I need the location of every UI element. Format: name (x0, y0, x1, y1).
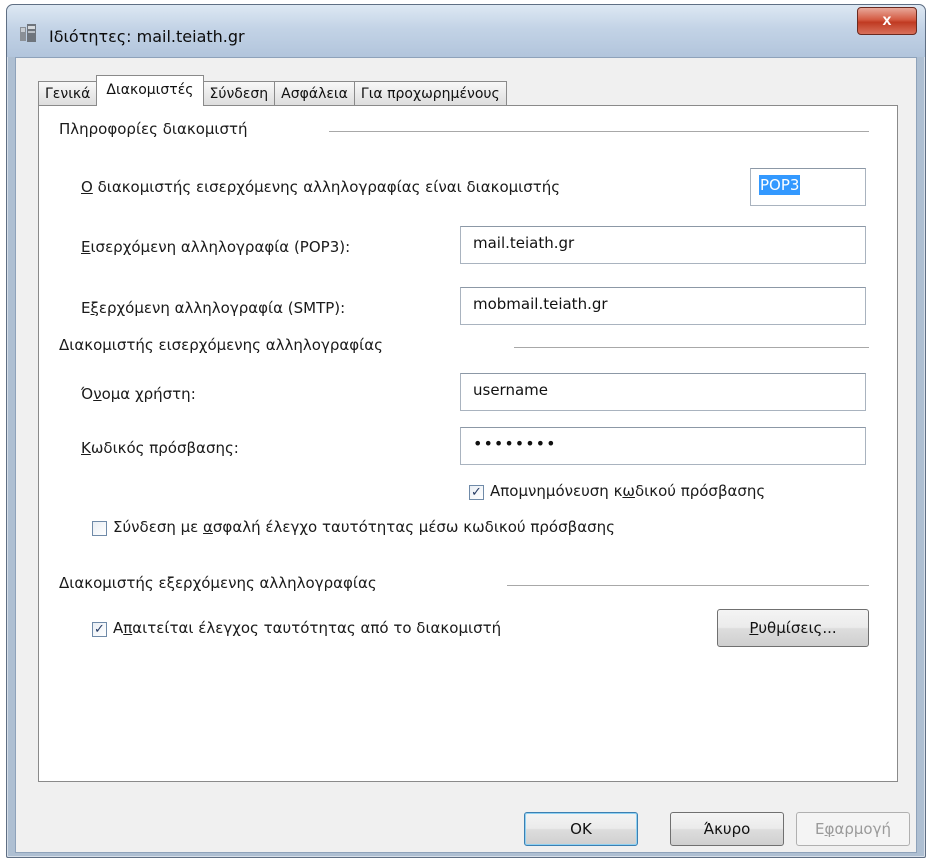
username-label: Όνομα χρήστη: (81, 385, 196, 403)
tab-advanced[interactable]: Για προχωρημένους (353, 81, 507, 106)
password-value: •••••••• (473, 434, 557, 453)
incoming-server-heading: Διακομιστής εισερχόμενης αλληλογραφίας (59, 336, 383, 354)
incoming-server-separator (514, 347, 869, 348)
tab-general[interactable]: Γενικά (38, 81, 98, 106)
dialog-client-area: Γενικά Διακομιστές Σύνδεση Ασφάλεια Για … (15, 57, 917, 853)
title-bar[interactable]: Ιδιότητες: mail.teiath.gr x (7, 5, 925, 57)
tab-security[interactable]: Ασφάλεια (274, 81, 355, 106)
incoming-type-field[interactable]: POP3 (750, 168, 866, 206)
password-label: Κωδικός πρόσβασης: (81, 439, 239, 457)
tab-connection[interactable]: Σύνδεση (202, 81, 276, 106)
tab-strip: Γενικά Διακομιστές Σύνδεση Ασφάλεια Για … (38, 75, 507, 106)
checkmark-icon: ✓ (94, 622, 105, 637)
username-field[interactable]: username (460, 373, 866, 411)
outgoing-server-value: mobmail.teiath.gr (473, 295, 608, 313)
username-value: username (473, 381, 548, 399)
outgoing-settings-button[interactable]: Ρυθμίσεις... (717, 609, 869, 647)
secure-password-auth-checkbox[interactable] (92, 521, 107, 536)
outgoing-server-separator (507, 585, 869, 586)
server-info-separator (329, 131, 869, 132)
remember-password-checkbox[interactable]: ✓ (469, 485, 484, 500)
close-icon: x (882, 12, 892, 29)
cancel-button[interactable]: Άκυρο (670, 812, 784, 846)
incoming-type-label: Ο διακομιστής εισερχόμενης αλληλογραφίας… (81, 178, 561, 196)
server-info-heading: Πληροφορίες διακομιστή (59, 120, 248, 138)
password-field[interactable]: •••••••• (460, 427, 866, 465)
incoming-server-label: Εισερχόμενη αλληλογραφία (POP3): (81, 238, 351, 256)
secure-password-auth-label: Σύνδεση με ασφαλή έλεγχο ταυτότητας μέσω… (113, 518, 615, 536)
window-title: Ιδιότητες: mail.teiath.gr (49, 27, 245, 46)
outgoing-server-heading: Διακομιστής εξερχόμενης αλληλογραφίας (59, 574, 377, 592)
outgoing-auth-required-label: Απαιτείται έλεγχος ταυτότητας από το δια… (113, 619, 502, 637)
ok-button[interactable]: OK (524, 812, 638, 846)
outgoing-server-label: Εξερχόμενη αλληλογραφία (SMTP): (81, 299, 346, 317)
incoming-server-value: mail.teiath.gr (473, 234, 575, 252)
outgoing-auth-required-checkbox[interactable]: ✓ (92, 622, 107, 637)
remember-password-label: Απομνημόνευση κωδικού πρόσβασης (490, 482, 766, 500)
properties-dialog: Ιδιότητες: mail.teiath.gr x Γενικά Διακο… (6, 4, 926, 858)
incoming-server-field[interactable]: mail.teiath.gr (460, 226, 866, 264)
tab-servers[interactable]: Διακομιστές (96, 75, 204, 106)
apply-button[interactable]: Εφαρμογή (796, 812, 910, 846)
incoming-type-value: POP3 (759, 175, 801, 195)
outgoing-server-field[interactable]: mobmail.teiath.gr (460, 287, 866, 325)
close-button[interactable]: x (857, 7, 917, 35)
checkmark-icon: ✓ (471, 485, 482, 500)
account-properties-icon (20, 24, 36, 42)
servers-tab-panel: Πληροφορίες διακομιστή Ο διακομιστής εισ… (38, 105, 898, 782)
